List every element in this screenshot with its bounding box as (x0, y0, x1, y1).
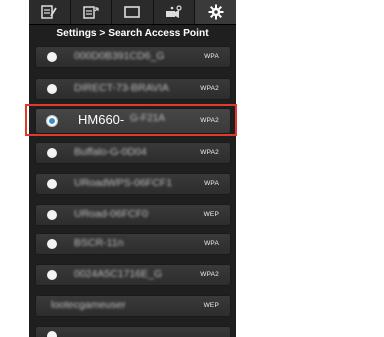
access-point-row[interactable]: URoadWPS-06FCF1 WPA (35, 173, 231, 195)
radio-button[interactable] (47, 179, 57, 189)
radio-button[interactable] (47, 270, 57, 280)
radio-button[interactable] (47, 331, 57, 337)
page-title: Settings > Search Access Point (56, 28, 209, 39)
ssid-label: lootecgameuser (51, 299, 126, 311)
ssid-label: 0024A5C1716E_G (74, 268, 163, 280)
gear-icon (208, 4, 224, 20)
tab-settings[interactable] (195, 0, 236, 24)
ssid-label: URoadWPS-06FCF1 (74, 177, 173, 189)
radio-button[interactable] (47, 148, 57, 158)
notes-icon (40, 5, 58, 19)
ssid-label: DIRECT-73-BRAVIA (74, 82, 169, 94)
security-label: WPA2 (200, 149, 219, 156)
radio-button[interactable] (47, 52, 57, 62)
list-export-icon (82, 5, 100, 19)
tab-notes[interactable] (29, 0, 71, 24)
window-icon (123, 5, 141, 19)
top-toolbar (29, 0, 236, 25)
access-point-row[interactable]: lootecgameuser WEP (35, 295, 231, 317)
tab-list-export[interactable] (71, 0, 113, 24)
security-label: WEP (203, 211, 219, 218)
access-point-row-partial[interactable] (35, 326, 231, 337)
access-point-row[interactable]: 000D0B391CD6_G WPA (35, 46, 231, 68)
security-label: WPA2 (200, 271, 219, 278)
tab-window[interactable] (112, 0, 154, 24)
ssid-label: BSCR-11n (74, 237, 124, 249)
radio-button[interactable] (47, 84, 57, 94)
access-point-row[interactable]: DIRECT-73-BRAVIA WPA2 (35, 78, 231, 100)
radio-button[interactable] (47, 239, 57, 249)
ssid-label: URoad-06FCF0 (74, 208, 149, 220)
access-point-row[interactable]: BSCR-11n WPA (35, 233, 231, 255)
access-point-row[interactable]: 0024A5C1716E_G WPA2 (35, 264, 231, 286)
access-point-row[interactable]: Buffalo-G-0D04 WPA2 (35, 142, 231, 164)
security-label: WPA (204, 240, 219, 247)
selection-highlight-box (25, 104, 237, 136)
camera-settings-icon (164, 5, 184, 19)
security-label: WPA2 (200, 85, 219, 92)
security-label: WEP (203, 302, 219, 309)
ssid-label: Buffalo-G-0D04 (74, 146, 147, 158)
camera-settings-screen: Settings > Search Access Point 000D0B391… (29, 0, 236, 337)
access-point-row[interactable]: URoad-06FCF0 WEP (35, 204, 231, 226)
tab-camera-settings[interactable] (154, 0, 196, 24)
security-label: WPA (204, 180, 219, 187)
security-label: WPA (204, 53, 219, 60)
ssid-label: 000D0B391CD6_G (74, 50, 165, 62)
radio-button[interactable] (47, 210, 57, 220)
